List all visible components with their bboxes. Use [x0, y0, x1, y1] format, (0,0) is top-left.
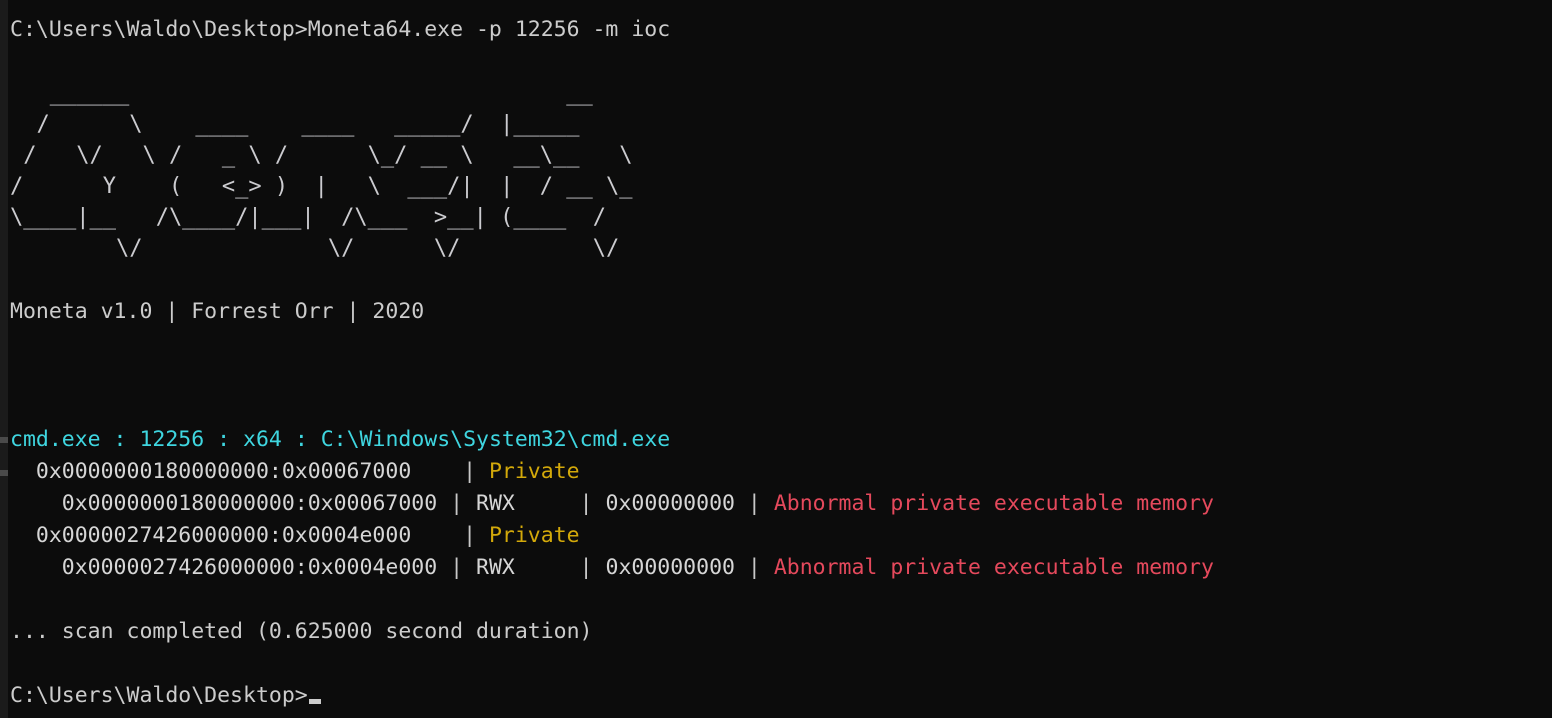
memory-region-row: 0x0000027426000000:0x0004e000 | Private [10, 520, 1552, 552]
shell-prompt: C:\Users\Waldo\Desktop> [10, 17, 308, 42]
scan-completion-line: ... scan completed (0.625000 second dura… [10, 619, 593, 644]
terminal-screen: C:\Users\Waldo\Desktop>Moneta64.exe -p 1… [10, 14, 1552, 718]
subregion-finding: Abnormal private executable memory [773, 491, 1214, 516]
column-separator: | [579, 555, 593, 580]
process-path: C:\Windows\System32\cmd.exe [320, 427, 671, 452]
banner-art-line: / \ ____ ____ _____/ |_____ [10, 112, 620, 137]
subregion-protection: RWX [476, 555, 515, 580]
process-separator: : [100, 427, 140, 452]
region-type: Private [488, 523, 580, 548]
terminal-window: C:\Users\Waldo\Desktop>Moneta64.exe -p 1… [0, 0, 1552, 718]
memory-region-row: 0x0000000180000000:0x00067000 | Private [10, 456, 1552, 488]
process-arch: x64 [243, 427, 282, 452]
banner-art-line: ______ __ [10, 81, 779, 106]
shell-command: Moneta64.exe -p 12256 -m ioc [307, 17, 671, 42]
column-separator: | [747, 555, 761, 580]
moneta-ascii-banner: ______ __ / \ ____ ____ _____/ |_____ / … [10, 78, 1552, 264]
banner-art-line: / \/ \ / _ \ / \_/ __ \ __\__ \ [10, 143, 660, 168]
subregion-finding: Abnormal private executable memory [773, 555, 1214, 580]
column-separator: | [463, 523, 477, 548]
region-address: 0x0000000180000000:0x00067000 [35, 459, 412, 484]
banner-art-line: \/ \/ \/ \/ [10, 236, 633, 261]
scrollbar-finding-mark [0, 437, 8, 443]
column-separator: | [747, 491, 761, 516]
shell-prompt: C:\Users\Waldo\Desktop> [10, 683, 308, 708]
column-separator: | [450, 555, 464, 580]
process-pid: 12256 [139, 427, 205, 452]
column-separator: | [579, 491, 593, 516]
subregion-offset: 0x00000000 [605, 555, 735, 580]
memory-subregion-row: 0x0000000180000000:0x00067000 | RWX | 0x… [10, 488, 1552, 520]
command-line-row: C:\Users\Waldo\Desktop>Moneta64.exe -p 1… [10, 14, 1552, 46]
process-name: cmd.exe [10, 427, 101, 452]
memory-subregion-row: 0x0000027426000000:0x0004e000 | RWX | 0x… [10, 552, 1552, 584]
final-prompt-row[interactable]: C:\Users\Waldo\Desktop> [10, 680, 1552, 712]
banner-art-line: / Y ( <_> ) | \ ___/| | / __ \_ [10, 174, 633, 199]
subregion-address: 0x0000027426000000:0x0004e000 [61, 555, 438, 580]
scrollbar-finding-mark [0, 470, 8, 476]
process-header-row: cmd.exe : 12256 : x64 : C:\Windows\Syste… [10, 424, 1552, 456]
scrollbar-thumb[interactable] [0, 0, 8, 718]
region-address: 0x0000027426000000:0x0004e000 [35, 523, 412, 548]
terminal-scrollbar[interactable] [0, 0, 8, 718]
subregion-protection: RWX [476, 491, 515, 516]
process-separator: : [204, 427, 244, 452]
subregion-offset: 0x00000000 [605, 491, 735, 516]
process-separator: : [281, 427, 321, 452]
column-separator: | [463, 459, 477, 484]
region-type: Private [488, 459, 580, 484]
subregion-address: 0x0000000180000000:0x00067000 [61, 491, 438, 516]
banner-version-line: Moneta v1.0 | Forrest Orr | 2020 [10, 299, 425, 324]
column-separator: | [450, 491, 464, 516]
text-cursor [308, 699, 321, 704]
banner-art-line: \____|__ /\____/|___| /\___ >__| (____ / [10, 205, 607, 230]
